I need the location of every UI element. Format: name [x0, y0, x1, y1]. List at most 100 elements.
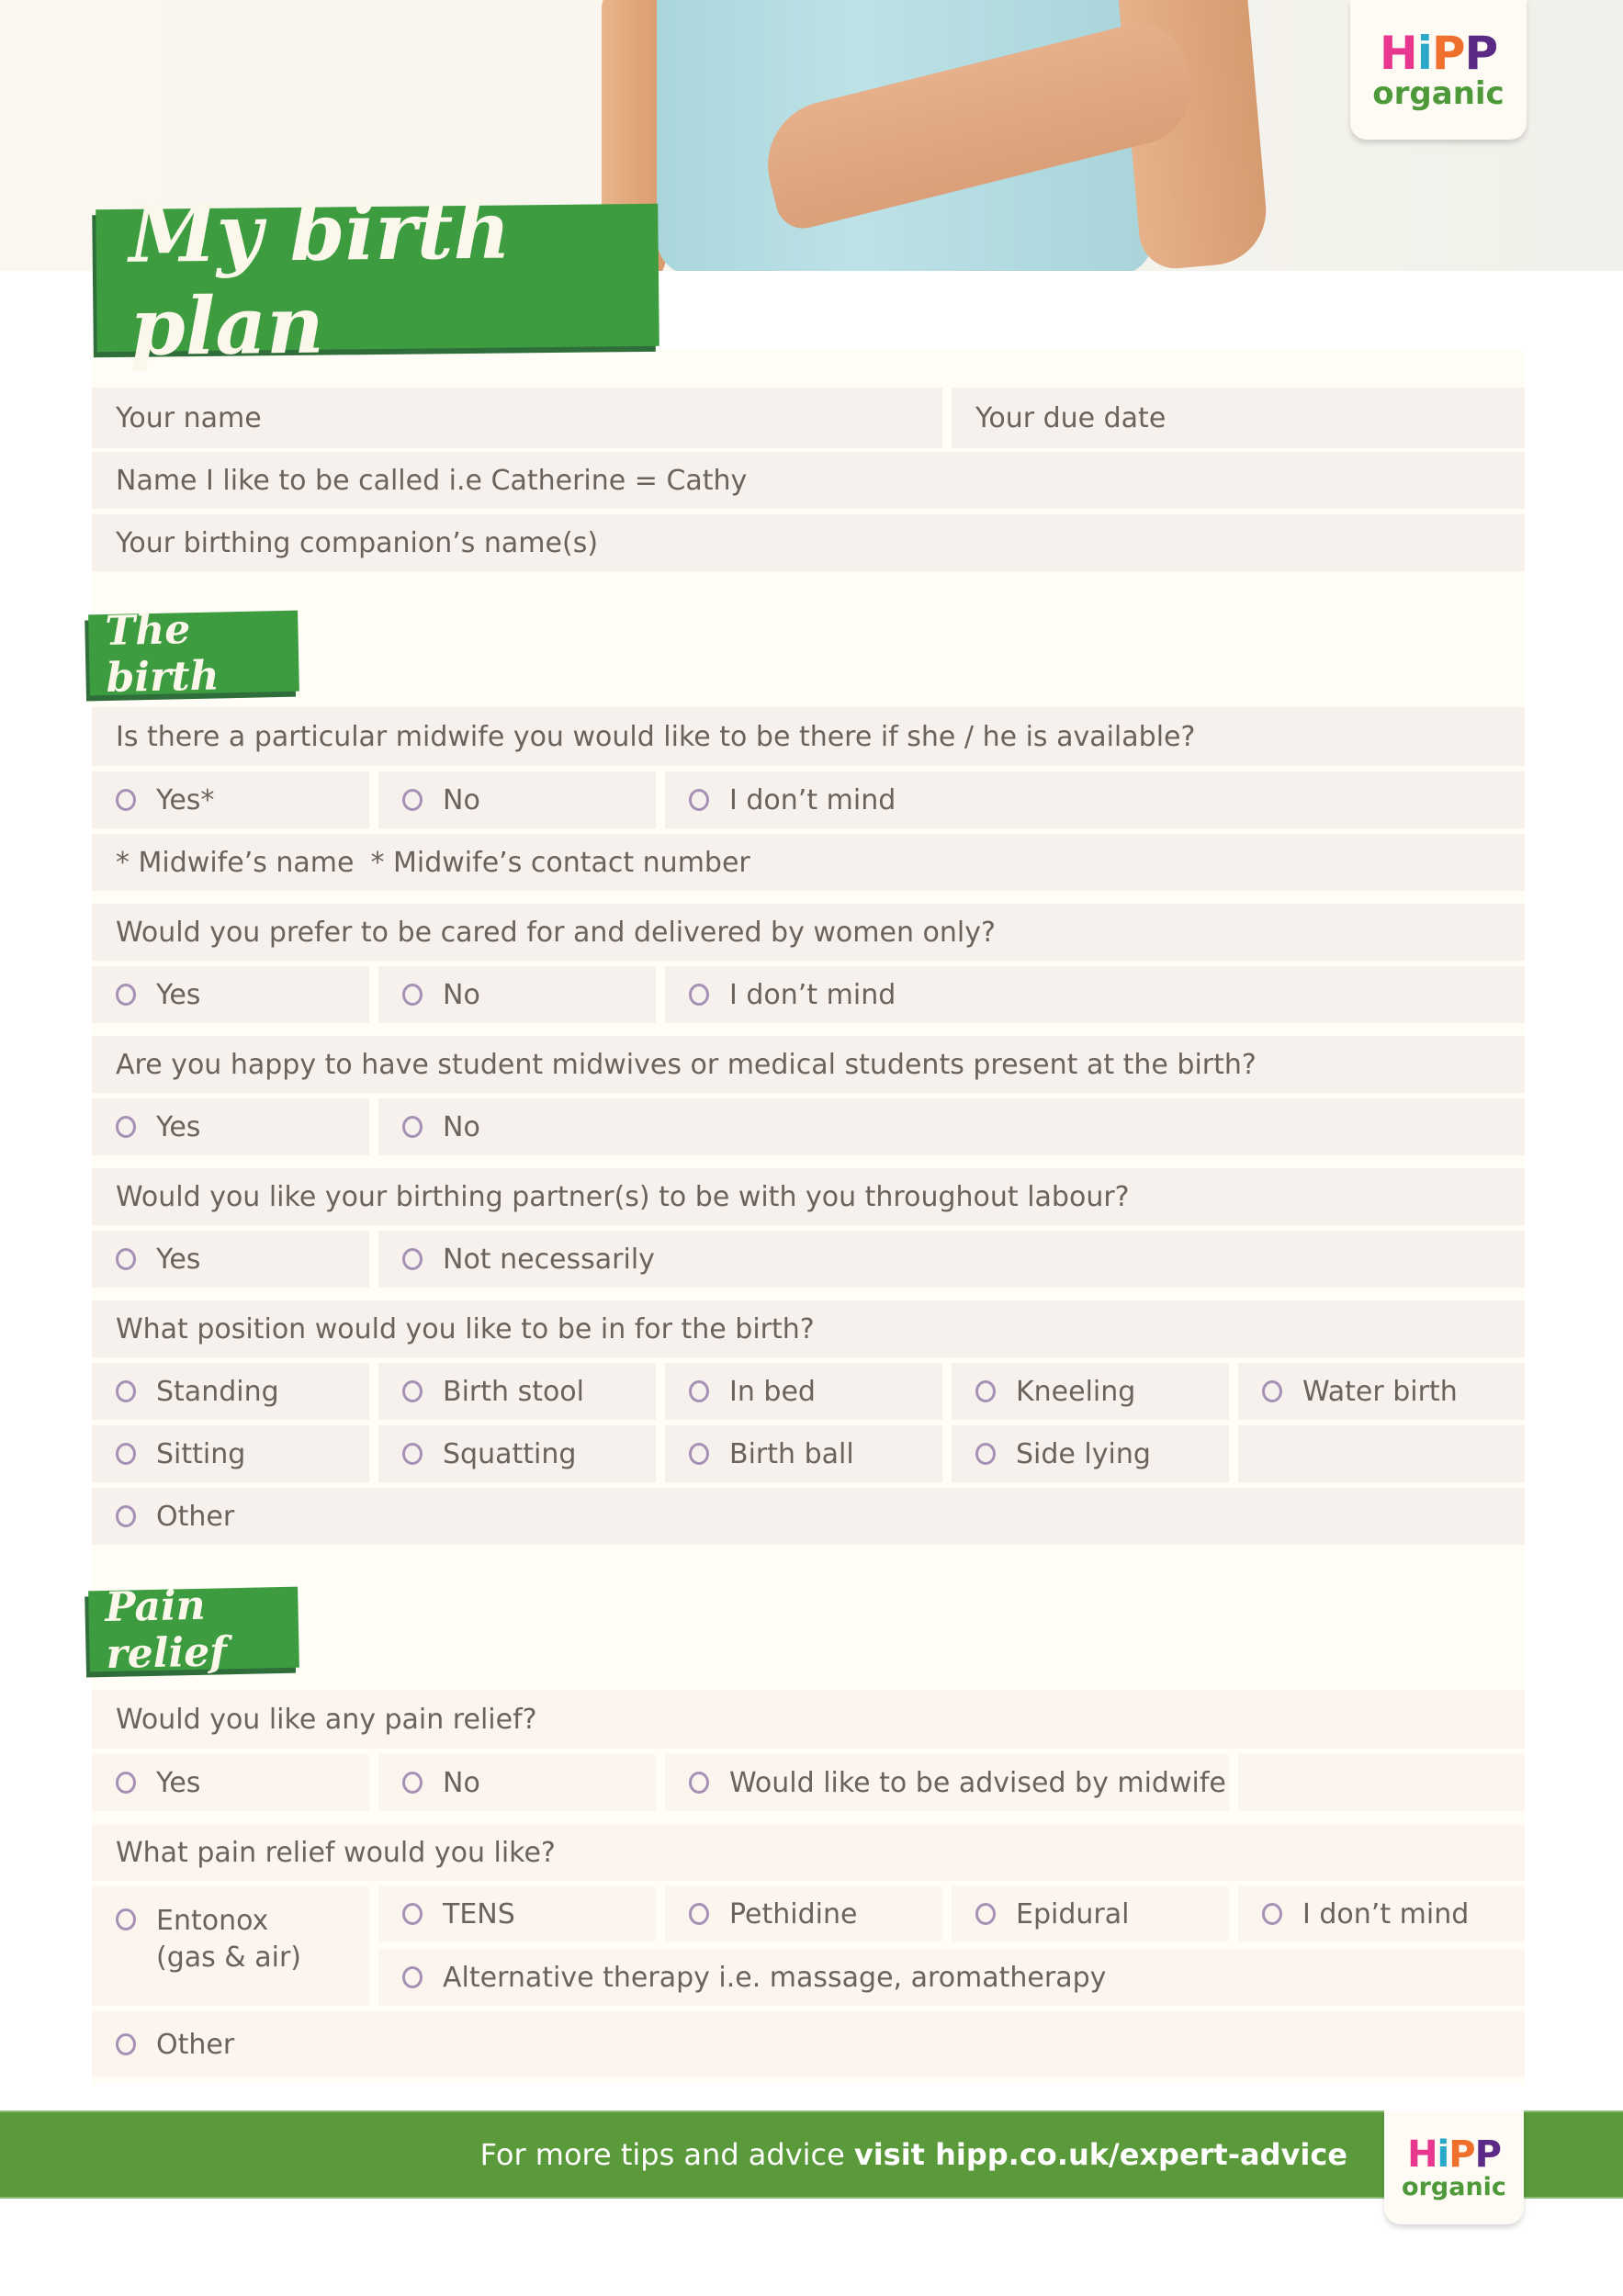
due-date-field[interactable]: Your due date — [952, 388, 1525, 448]
radio-icon[interactable] — [689, 984, 709, 1006]
radio-icon[interactable] — [689, 1772, 709, 1794]
option-label: Sitting — [156, 1437, 246, 1470]
option-label: Birth stool — [443, 1375, 584, 1408]
midwife-contact-label: * Midwife’s contact number — [370, 846, 750, 879]
radio-icon[interactable] — [116, 1908, 136, 1930]
option-label: TENS — [443, 1897, 515, 1930]
option-no[interactable]: No — [378, 1098, 1525, 1155]
radio-icon[interactable] — [402, 1116, 423, 1138]
midwife-details-field[interactable]: * Midwife’s name * Midwife’s contact num… — [92, 834, 1525, 891]
hipp-wordmark: H i P P — [1380, 30, 1498, 76]
radio-icon[interactable] — [402, 1772, 423, 1794]
radio-icon[interactable] — [116, 789, 136, 811]
page-title: My birth plan — [96, 184, 659, 373]
option-label: Standing — [156, 1375, 279, 1408]
option-tens[interactable]: TENS — [378, 1886, 656, 1941]
midwife-details-row: * Midwife’s name * Midwife’s contact num… — [92, 834, 1525, 891]
question-women-only: Would you prefer to be cared for and del… — [92, 904, 1525, 961]
option-no[interactable]: No — [378, 1754, 656, 1811]
option-birth-ball[interactable]: Birth ball — [665, 1425, 942, 1482]
logo-subtext: organic — [1402, 2172, 1506, 2201]
options-row: Yes No Would like to be advised by midwi… — [92, 1754, 1525, 1811]
radio-icon[interactable] — [116, 1772, 136, 1794]
question-row: Is there a particular midwife you would … — [92, 707, 1525, 766]
option-label: No — [443, 978, 480, 1011]
footer-link[interactable]: visit hipp.co.uk/expert-advice — [854, 2137, 1347, 2172]
radio-icon[interactable] — [116, 2033, 136, 2055]
option-label: Would like to be advised by midwife — [729, 1766, 1226, 1799]
your-name-field[interactable]: Your name — [92, 388, 942, 448]
option-label: Yes — [156, 1766, 201, 1799]
option-in-bed[interactable]: In bed — [665, 1363, 942, 1420]
option-yes[interactable]: Yes — [92, 1098, 369, 1155]
option-other[interactable]: Other — [92, 1488, 1525, 1545]
radio-icon[interactable] — [116, 1248, 136, 1270]
option-label: Water birth — [1302, 1375, 1458, 1408]
radio-icon[interactable] — [689, 1903, 709, 1925]
option-alternative-therapy[interactable]: Alternative therapy i.e. massage, aromat… — [378, 1949, 1525, 2006]
radio-icon[interactable] — [116, 1443, 136, 1465]
options-row: Yes* No I don’t mind — [92, 771, 1525, 828]
option-birth-stool[interactable]: Birth stool — [378, 1363, 656, 1420]
radio-icon[interactable] — [402, 1380, 423, 1402]
option-label: Other — [156, 1500, 235, 1533]
option-dont-mind[interactable]: I don’t mind — [1238, 1886, 1525, 1941]
radio-icon[interactable] — [975, 1443, 996, 1465]
radio-icon[interactable] — [689, 1380, 709, 1402]
option-pethidine[interactable]: Pethidine — [665, 1886, 942, 1941]
companion-row: Your birthing companion’s name(s) — [92, 514, 1525, 571]
radio-icon[interactable] — [402, 789, 423, 811]
radio-icon[interactable] — [116, 1116, 136, 1138]
radio-icon[interactable] — [975, 1380, 996, 1402]
footer-text: For more tips and advice visit hipp.co.u… — [480, 2112, 1347, 2197]
option-advised-by-midwife[interactable]: Would like to be advised by midwife — [665, 1754, 1229, 1811]
option-sitting[interactable]: Sitting — [92, 1425, 369, 1482]
radio-icon[interactable] — [116, 1380, 136, 1402]
companion-name-field[interactable]: Your birthing companion’s name(s) — [92, 514, 1525, 571]
preferred-name-field[interactable]: Name I like to be called i.e Catherine =… — [92, 452, 1525, 509]
option-other[interactable]: Other — [92, 2011, 1525, 2077]
preferred-name-row: Name I like to be called i.e Catherine =… — [92, 452, 1525, 509]
option-label: Kneeling — [1016, 1375, 1136, 1408]
radio-icon[interactable] — [1262, 1380, 1282, 1402]
question-row: What position would you like to be in fo… — [92, 1300, 1525, 1357]
option-yes[interactable]: Yes — [92, 966, 369, 1023]
option-side-lying[interactable]: Side lying — [952, 1425, 1229, 1482]
option-standing[interactable]: Standing — [92, 1363, 369, 1420]
option-label: Other — [156, 2028, 235, 2061]
option-entonox[interactable]: Entonox (gas & air) — [92, 1886, 369, 2006]
logo-letter: i — [1437, 2133, 1450, 2176]
radio-icon[interactable] — [116, 1505, 136, 1527]
option-dont-mind[interactable]: I don’t mind — [665, 771, 1525, 828]
radio-icon[interactable] — [1262, 1903, 1282, 1925]
pain-relief-options-block: Entonox (gas & air) TENS Pethidine Epidur… — [92, 1886, 1525, 2006]
hipp-organic-logo: H i P P organic — [1384, 2110, 1524, 2224]
option-label: No — [443, 783, 480, 816]
option-kneeling[interactable]: Kneeling — [952, 1363, 1229, 1420]
option-no[interactable]: No — [378, 771, 656, 828]
radio-icon[interactable] — [402, 1966, 423, 1988]
option-yes[interactable]: Yes — [92, 1754, 369, 1811]
radio-icon[interactable] — [402, 1903, 423, 1925]
option-not-necessarily[interactable]: Not necessarily — [378, 1231, 1525, 1288]
radio-icon[interactable] — [402, 1248, 423, 1270]
option-no[interactable]: No — [378, 966, 656, 1023]
option-label: Entonox (gas & air) — [156, 1903, 301, 1976]
option-epidural[interactable]: Epidural — [952, 1886, 1229, 1941]
option-water-birth[interactable]: Water birth — [1238, 1363, 1525, 1420]
option-label: Not necessarily — [443, 1243, 655, 1276]
option-label: Yes — [156, 1243, 201, 1276]
option-yes[interactable]: Yes* — [92, 771, 369, 828]
option-label: Pethidine — [729, 1897, 858, 1930]
option-squatting[interactable]: Squatting — [378, 1425, 656, 1482]
radio-icon[interactable] — [402, 984, 423, 1006]
radio-icon[interactable] — [402, 1443, 423, 1465]
option-dont-mind[interactable]: I don’t mind — [665, 966, 1525, 1023]
radio-icon[interactable] — [975, 1903, 996, 1925]
radio-icon[interactable] — [689, 789, 709, 811]
option-label: I don’t mind — [729, 978, 896, 1011]
radio-icon[interactable] — [689, 1443, 709, 1465]
question-which-pain-relief: What pain relief would you like? — [92, 1824, 1525, 1881]
radio-icon[interactable] — [116, 984, 136, 1006]
option-yes[interactable]: Yes — [92, 1231, 369, 1288]
